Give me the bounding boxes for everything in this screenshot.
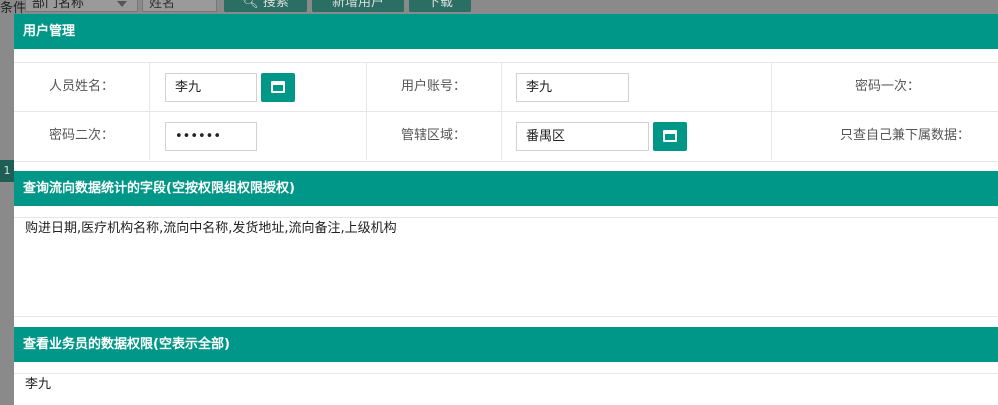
salesman-permission-textarea[interactable]: 李九 [14, 373, 998, 405]
window-icon [271, 81, 285, 93]
region-input[interactable]: 番禺区 [516, 122, 649, 151]
person-name-input[interactable]: 李九 [165, 73, 257, 102]
password2-cell: •••••• [150, 112, 367, 160]
password2-input[interactable]: •••••• [165, 122, 257, 151]
user-management-dialog: 用户管理 人员姓名： 李九 用户账号： 李九 密码一次： 密码二次： •••••… [14, 14, 998, 405]
person-name-label: 人员姓名： [14, 63, 150, 111]
flow-fields-textarea[interactable]: 购进日期,医疗机构名称,流向中名称,发货地址,流向备注,上级机构 [14, 217, 998, 317]
password2-label: 密码二次： [14, 112, 150, 160]
search-button-label: 搜索 [262, 0, 289, 10]
user-account-label: 用户账号： [367, 63, 502, 111]
self-data-label: 只查自己兼下属数据： [839, 128, 970, 143]
background-row-badge: 1 [0, 160, 14, 182]
search-button[interactable]: 🔍︎ 搜索 [224, 0, 307, 12]
chevron-down-icon [117, 1, 127, 7]
user-account-input[interactable]: 李九 [516, 73, 629, 102]
department-select-value: 部门名称 [32, 0, 85, 11]
region-label: 管辖区域： [367, 112, 502, 160]
window-icon [663, 130, 677, 142]
dialog-title: 用户管理 [14, 14, 998, 49]
person-name-cell: 李九 [150, 63, 367, 111]
region-cell: 番禺区 [502, 112, 772, 160]
person-picker-button[interactable] [261, 73, 295, 102]
form-row: 密码二次： •••••• 管辖区域： 番禺区 只查自己兼下属数据： [14, 112, 998, 160]
region-picker-button[interactable] [653, 122, 687, 151]
salesman-permission-section-title: 查看业务员的数据权限(空表示全部) [14, 327, 998, 362]
name-search-input[interactable]: 姓名 [142, 0, 217, 12]
password1-label: 密码一次： [854, 79, 920, 94]
form-row: 人员姓名： 李九 用户账号： 李九 密码一次： [14, 63, 998, 112]
background-toolbar: 条件 部门名称 姓名 🔍︎ 搜索 新增用户 下载 [0, 0, 998, 16]
download-button[interactable]: 下载 [409, 0, 471, 12]
user-account-cell: 李九 [502, 63, 772, 111]
search-icon: 🔍︎ [242, 0, 259, 10]
flow-fields-section-title: 查询流向数据统计的字段(空按权限组权限授权) [14, 171, 998, 206]
department-select[interactable]: 部门名称 [25, 0, 138, 12]
background-sidebar [0, 14, 14, 405]
user-form: 人员姓名： 李九 用户账号： 李九 密码一次： 密码二次： •••••• 管辖区… [14, 62, 998, 162]
add-user-button[interactable]: 新增用户 [312, 0, 404, 12]
